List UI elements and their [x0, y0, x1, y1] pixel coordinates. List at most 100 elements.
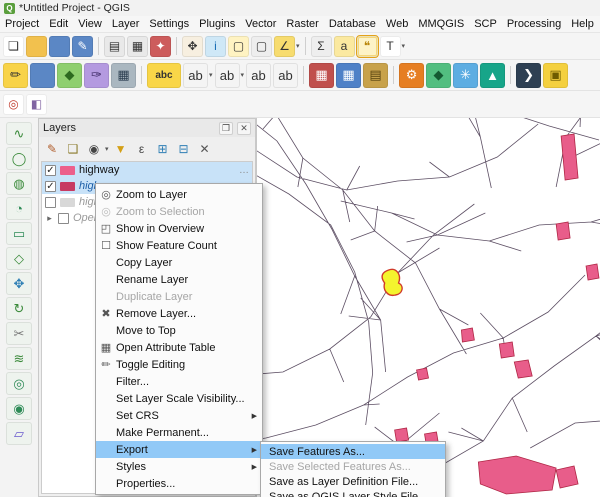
save-project-as-button[interactable]: ✎ [72, 36, 93, 57]
layout-manager-button[interactable]: ▦ [127, 36, 148, 57]
menu-edit[interactable]: Edit [44, 17, 73, 31]
vertex-tool-button[interactable]: ✑ [84, 63, 109, 88]
pin-labels-dropdown-icon[interactable]: ▾ [209, 71, 213, 79]
menu-project[interactable]: Project [0, 17, 44, 31]
filter-legend-icon[interactable]: ▼ [112, 140, 130, 158]
menu-item-make-permanent[interactable]: Make Permanent... [96, 424, 262, 441]
rotate-feature-button[interactable]: ↻ [6, 297, 32, 320]
menu-plugins[interactable]: Plugins [194, 17, 240, 31]
split-features-button[interactable]: ✂ [6, 322, 32, 345]
menu-item-filter[interactable]: Filter... [96, 373, 262, 390]
panel-float-icon[interactable]: ❐ [219, 122, 233, 135]
digitize-rectangle-button[interactable]: ▭ [6, 222, 32, 245]
expand-all-icon[interactable]: ⊞ [154, 140, 172, 158]
expander-icon[interactable]: ▸ [45, 213, 54, 224]
open-project-button[interactable] [26, 36, 47, 57]
move-feature-button[interactable]: ✥ [6, 272, 32, 295]
select-features-button[interactable]: ▢ [228, 36, 249, 57]
labeling-options-button[interactable]: a [334, 36, 355, 57]
scp-tools-button[interactable]: ◧ [26, 94, 47, 115]
measure-dropdown-icon[interactable]: ▾ [296, 42, 300, 50]
scp-plugin-button[interactable]: ▣ [543, 63, 568, 88]
deselect-features-button[interactable]: ▢ [251, 36, 272, 57]
menu-item-toggle-editing[interactable]: ✏Toggle Editing [96, 356, 262, 373]
menu-item-rename-layer[interactable]: Rename Layer [96, 271, 262, 288]
pan-map-button[interactable]: ✥ [182, 36, 203, 57]
model-designer-button[interactable]: ◆ [426, 63, 451, 88]
processing-toolbox-button[interactable]: ⚙ [399, 63, 424, 88]
menu-item-remove-layer[interactable]: ✖Remove Layer... [96, 305, 262, 322]
menu-item-show-in-overview[interactable]: ◰Show in Overview [96, 220, 262, 237]
layer-row-highway[interactable]: ✓ highway … [42, 162, 252, 178]
digitize-circle-3p-button[interactable]: ◍ [6, 172, 32, 195]
digitize-regular-polygon-button[interactable]: ◇ [6, 247, 32, 270]
move-label-button[interactable]: ab [215, 63, 240, 88]
menu-item-move-to-top[interactable]: Move to Top [96, 322, 262, 339]
menu-item-save-as-qgis-layer-style-file[interactable]: Save as QGIS Layer Style File... [261, 489, 445, 497]
add-polygon-feature-button[interactable]: ◆ [57, 63, 82, 88]
style-manager-button[interactable]: ✦ [150, 36, 171, 57]
menu-item-set-crs[interactable]: Set CRS▶ [96, 407, 262, 424]
reshape-features-button[interactable]: ≋ [6, 347, 32, 370]
menu-processing[interactable]: Processing [502, 17, 566, 31]
menu-layer[interactable]: Layer [107, 17, 145, 31]
db-manager-button[interactable]: ▤ [363, 63, 388, 88]
menu-scp[interactable]: SCP [469, 17, 502, 31]
menu-item-duplicate-layer[interactable]: Duplicate Layer [96, 288, 262, 305]
advanced-digitizing-button[interactable]: ▦ [111, 63, 136, 88]
layer-visibility-checkbox[interactable]: ✓ [45, 181, 56, 192]
menu-settings[interactable]: Settings [144, 17, 194, 31]
menu-item-show-feature-count[interactable]: ☐Show Feature Count [96, 237, 262, 254]
add-ring-button[interactable]: ◎ [6, 372, 32, 395]
menu-item-save-as-layer-definition-file[interactable]: Save as Layer Definition File... [261, 474, 445, 489]
digitize-circle-2p-button[interactable]: ◯ [6, 147, 32, 170]
menu-raster[interactable]: Raster [281, 17, 323, 31]
menu-help[interactable]: Help [566, 17, 599, 31]
styling-panel-icon[interactable]: ✎ [43, 140, 61, 158]
layer-labeling-button[interactable]: abc [147, 63, 181, 88]
merge-features-button[interactable]: ▱ [6, 422, 32, 445]
panel-close-icon[interactable]: ✕ [237, 122, 251, 135]
filter-by-expression-icon[interactable]: ε [133, 140, 151, 158]
menu-item-open-attribute-table[interactable]: ▦Open Attribute Table [96, 339, 262, 356]
annotation-dropdown-icon[interactable]: ▾ [402, 42, 406, 50]
save-project-button[interactable] [49, 36, 70, 57]
add-group-icon[interactable]: ❑ [64, 140, 82, 158]
remove-layer-icon[interactable]: ✕ [196, 140, 214, 158]
layer-visibility-checkbox[interactable] [45, 197, 56, 208]
layer-visibility-checkbox[interactable] [58, 213, 69, 224]
menu-item-zoom-to-selection[interactable]: ◎Zoom to Selection [96, 203, 262, 220]
map-tips-button[interactable]: ❝ [357, 36, 378, 57]
raster-layers-button[interactable]: ▦ [336, 63, 361, 88]
statistical-summary-button[interactable]: Σ [311, 36, 332, 57]
menu-view[interactable]: View [73, 17, 107, 31]
map-themes-dropdown-icon[interactable]: ▾ [105, 145, 109, 153]
text-annotation-button[interactable]: T [380, 36, 401, 57]
menu-item-export[interactable]: Export▶ [96, 441, 262, 458]
menu-item-copy-layer[interactable]: Copy Layer [96, 254, 262, 271]
digitize-spline-button[interactable]: ∿ [6, 122, 32, 145]
menu-mmqgis[interactable]: MMQGIS [413, 17, 469, 31]
search-zoom-button[interactable]: ◎ [3, 94, 24, 115]
menu-vector[interactable]: Vector [240, 17, 281, 31]
network-analysis-button[interactable]: ✳ [453, 63, 478, 88]
toggle-editing-button[interactable]: ✏ [3, 63, 28, 88]
python-console-button[interactable]: ❯ [516, 63, 541, 88]
menu-item-save-selected-features-as[interactable]: Save Selected Features As... [261, 459, 445, 474]
menu-database[interactable]: Database [324, 17, 381, 31]
digitize-ellipse-button[interactable]: ◔ [6, 197, 32, 220]
measure-line-button[interactable]: ∠ [274, 36, 295, 57]
profile-tool-button[interactable]: ▲ [480, 63, 505, 88]
save-layer-edits-button[interactable] [30, 63, 55, 88]
menu-item-set-layer-scale-visibility[interactable]: Set Layer Scale Visibility... [96, 390, 262, 407]
raster-overview-button[interactable]: ▦ [309, 63, 334, 88]
menu-item-save-features-as[interactable]: Save Features As... [261, 444, 445, 459]
collapse-all-icon[interactable]: ⊟ [175, 140, 193, 158]
menu-web[interactable]: Web [381, 17, 413, 31]
identify-features-button[interactable]: i [205, 36, 226, 57]
new-project-button[interactable]: ❏ [3, 36, 24, 57]
change-label-button[interactable]: ab [273, 63, 298, 88]
new-print-layout-button[interactable]: ▤ [104, 36, 125, 57]
menu-item-properties[interactable]: Properties... [96, 475, 262, 492]
layer-visibility-checkbox[interactable]: ✓ [45, 165, 56, 176]
